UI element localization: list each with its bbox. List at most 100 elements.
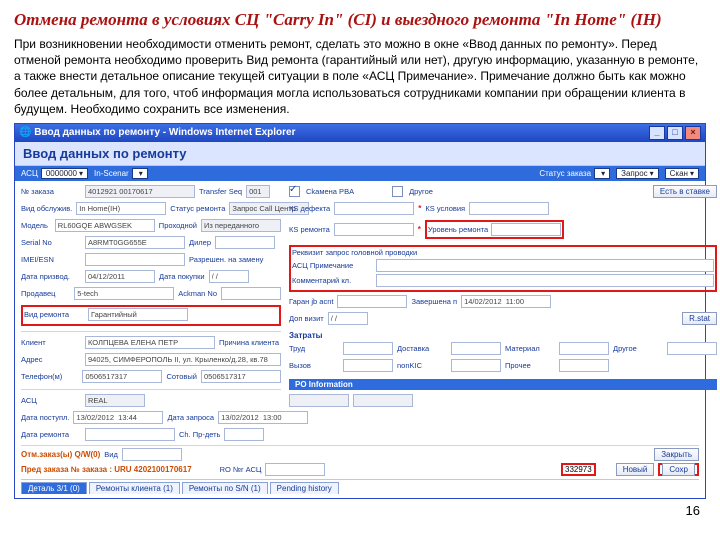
highlight-asc-primech: Реквизит запрос головной проводки АСЦ Пр… — [289, 245, 717, 292]
z-nonkic: nonKIC — [397, 361, 447, 370]
f-dost[interactable] — [451, 342, 501, 355]
chk-pba[interactable] — [289, 186, 300, 197]
new-btn[interactable]: Новый — [616, 463, 655, 476]
lbl-datazap: Дата запроса — [167, 413, 214, 422]
status-select[interactable]: ▾ — [594, 168, 610, 179]
asc2-field — [85, 394, 145, 407]
lbl-trseq: Transfer Seq — [199, 187, 242, 196]
zapros-btn[interactable]: Запрос ▾ — [616, 168, 659, 179]
lbl-adres: Адрес — [21, 355, 81, 364]
po2 — [353, 394, 413, 407]
lbl-strem: Статус ремонта — [170, 204, 225, 213]
f-dr[interactable] — [667, 342, 717, 355]
lbl-serial: Serial No — [21, 238, 81, 247]
lbl-chkpr: Ch. Пр-деть — [179, 430, 220, 439]
tel-field[interactable] — [82, 370, 162, 383]
tab-pending[interactable]: Pending history — [270, 482, 339, 494]
lbl-zapros-deistv: Реквизит запрос головной проводки — [292, 248, 392, 257]
lbl-reason: Причина клиента — [219, 338, 279, 347]
chk-other[interactable] — [392, 186, 403, 197]
lbl-datapok: Дата покупки — [159, 272, 205, 281]
datarem-field[interactable] — [85, 428, 175, 441]
pre-zakaz: Пред заказа № заказа : URU 4202100170617 — [21, 465, 192, 474]
tab-parts[interactable]: Деталь 3/1 (0) — [21, 482, 87, 494]
trseq-field — [246, 185, 270, 198]
insc-select[interactable]: ▾ — [132, 168, 148, 179]
lbl-dopv: Доп визит — [289, 314, 324, 323]
z-proch: Прочее — [505, 361, 555, 370]
asc-prim-field[interactable] — [376, 259, 714, 272]
sot-field[interactable] — [201, 370, 281, 383]
star1: * — [418, 204, 421, 213]
lbl-accnt: Ackman No — [178, 289, 217, 298]
lbl-razresh: Разрешен. на замену — [189, 255, 263, 264]
scan-btn[interactable]: Скан ▾ — [665, 168, 699, 179]
dopv-field[interactable] — [328, 312, 368, 325]
chkpr-field[interactable] — [224, 428, 264, 441]
close-button[interactable]: × — [685, 126, 701, 140]
form-area: № заказа Transfer Seq Вид обслужив. Стат… — [15, 181, 705, 498]
lbl-komkl: Комментарий кл. — [292, 276, 372, 285]
po-info-bar: PO Information — [289, 379, 717, 390]
lbl-tel: Телефон(м) — [21, 372, 78, 381]
maximize-button[interactable]: □ — [667, 126, 683, 140]
vid-select[interactable] — [76, 202, 166, 215]
serial-field[interactable] — [85, 236, 185, 249]
lbl-prodavec: Продавец — [21, 289, 70, 298]
rstat-btn[interactable]: R.stat — [682, 312, 717, 325]
uroven-select[interactable] — [491, 223, 561, 236]
lbl-sot: Сотовый — [166, 372, 197, 381]
prodavec-field[interactable] — [74, 287, 174, 300]
ie-icon: 🌐 — [19, 127, 34, 138]
datapr-field[interactable] — [85, 270, 155, 283]
lbl-uroven: Уровень ремонта — [428, 225, 488, 234]
z-trud: Труд — [289, 344, 339, 353]
tab-client-rep[interactable]: Ремонты клиента (1) — [89, 482, 180, 494]
klient-field[interactable] — [85, 336, 215, 349]
lbl-asc2: АСЦ — [21, 396, 81, 405]
lbl-garbak: Гаран jb acnt — [289, 297, 333, 306]
zavp-field[interactable] — [461, 295, 551, 308]
lbl-status: Статус заказа — [539, 169, 591, 178]
bill-btn[interactable]: Есть в ставке — [653, 185, 717, 198]
save-btn[interactable]: Сохр — [662, 463, 695, 476]
garbak-field[interactable] — [337, 295, 407, 308]
star2: * — [418, 225, 421, 234]
vidrem-select[interactable] — [88, 308, 188, 321]
komkl-field[interactable] — [376, 274, 714, 287]
page-number: 16 — [14, 503, 706, 518]
app-window: 🌐 Ввод данных по ремонту - Windows Inter… — [14, 123, 706, 499]
accnt-field[interactable] — [221, 287, 281, 300]
top-toolbar: АСЦ 0000000 ▾ In-Scenar ▾ Статус заказа … — [15, 166, 705, 181]
datapost-field[interactable] — [73, 411, 163, 424]
left-column: № заказа Transfer Seq Вид обслужив. Стат… — [21, 185, 281, 443]
ksdef-field[interactable] — [334, 202, 414, 215]
vid-bottom-sel[interactable] — [122, 448, 182, 461]
lbl-vid: Вид обслужив. — [21, 204, 72, 213]
minimize-button[interactable]: _ — [649, 126, 665, 140]
ksrem-field[interactable] — [334, 223, 414, 236]
ksusl-field[interactable] — [469, 202, 549, 215]
f-nonkic[interactable] — [451, 359, 501, 372]
f-proch[interactable] — [559, 359, 609, 372]
f-viz[interactable] — [343, 359, 393, 372]
rono-field[interactable] — [265, 463, 325, 476]
lbl-prohod: Проходной — [159, 221, 197, 230]
tab-sn-rep[interactable]: Ремонты по S/N (1) — [182, 482, 268, 494]
imei-field[interactable] — [85, 253, 185, 266]
rono-lbl: RO №r АСЦ — [220, 465, 262, 474]
adres-field[interactable] — [85, 353, 281, 366]
cancel-count: Отм.заказ(ы) Q/W(0) — [21, 450, 100, 459]
ack-button[interactable]: Закрыть — [654, 448, 699, 461]
po1 — [289, 394, 349, 407]
lbl-vidrem: Вид ремонта — [24, 310, 84, 319]
z-dr: Другое — [613, 344, 663, 353]
lbl-zakaz: № заказа — [21, 187, 81, 196]
datapok-field[interactable] — [209, 270, 249, 283]
f-trud[interactable] — [343, 342, 393, 355]
f-mat[interactable] — [559, 342, 609, 355]
lbl-diler: Дилер — [189, 238, 211, 247]
asc-select[interactable]: 0000000 ▾ — [41, 168, 88, 179]
model-field[interactable] — [55, 219, 155, 232]
diler-field[interactable] — [215, 236, 275, 249]
